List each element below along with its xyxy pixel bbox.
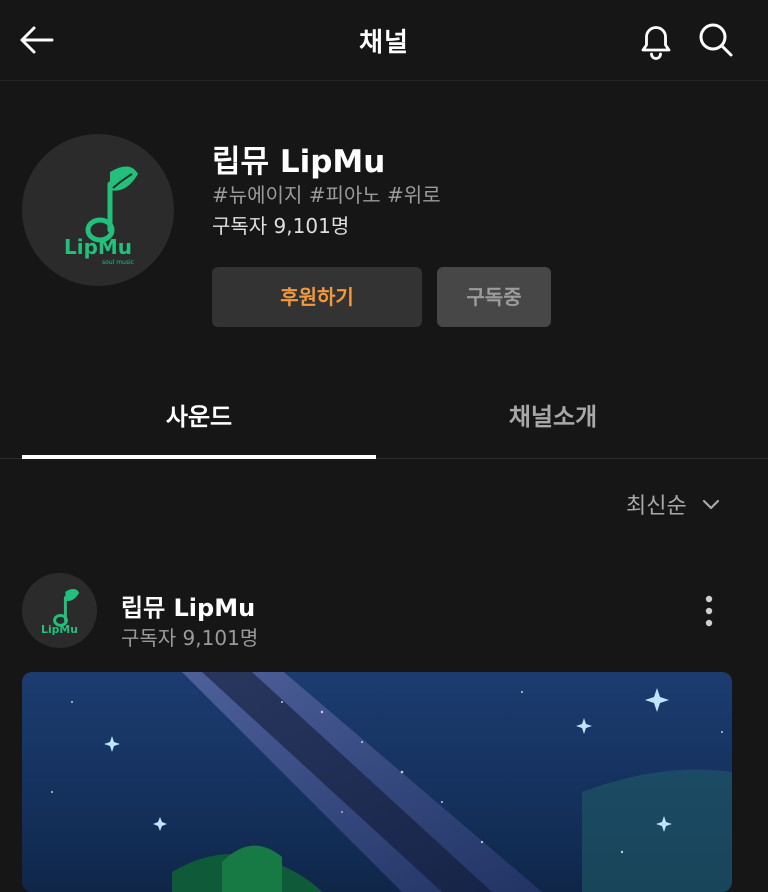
lipmu-logo: LipMu soul music <box>64 166 138 266</box>
logo-text: LipMu <box>64 235 132 259</box>
tab-sound[interactable]: 사운드 <box>22 378 376 458</box>
post-channel-name[interactable]: 립뮤 LipMu <box>121 588 255 623</box>
subscriber-count: 구독자 9,101명 <box>212 214 350 238</box>
sort-dropdown[interactable]: 최신순 <box>626 488 722 520</box>
channel-tags[interactable]: #뉴에이지 #피아노 #위로 <box>212 179 441 208</box>
tab-channel-intro[interactable]: 채널소개 <box>376 378 730 458</box>
logo-text-small: LipMu <box>41 623 78 636</box>
top-app-bar: 채널 <box>0 0 768 81</box>
post-thumbnail[interactable] <box>22 672 732 892</box>
subscribed-button[interactable]: 구독중 <box>437 267 551 327</box>
notifications-button[interactable] <box>634 18 678 62</box>
search-button[interactable] <box>694 18 738 62</box>
sort-label: 최신순 <box>626 494 687 519</box>
more-options-button[interactable] <box>692 592 726 630</box>
active-tab-indicator <box>22 455 376 459</box>
logo-subtext: soul music <box>102 259 134 266</box>
post-channel-avatar[interactable]: LipMu <box>22 573 97 648</box>
night-sky-image <box>22 672 732 892</box>
bell-icon <box>641 26 671 60</box>
post-subscriber-count: 구독자 9,101명 <box>121 626 259 650</box>
search-icon <box>699 23 733 57</box>
support-button[interactable]: 후원하기 <box>212 267 422 327</box>
more-vertical-icon <box>705 595 713 627</box>
channel-avatar[interactable]: LipMu soul music <box>22 134 174 286</box>
lipmu-logo-small: LipMu <box>41 589 80 636</box>
channel-name: 립뮤 LipMu <box>212 144 386 180</box>
chevron-down-icon <box>702 499 719 510</box>
